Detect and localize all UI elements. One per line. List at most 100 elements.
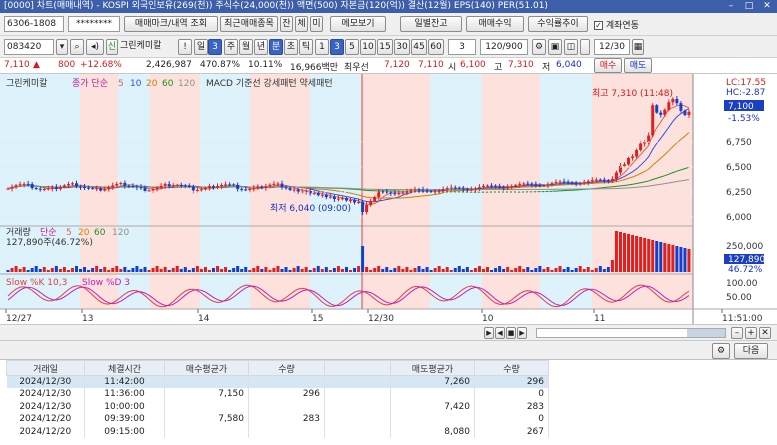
stock-code-input[interactable]: 083420 xyxy=(4,39,54,55)
x-axis-label: 10 xyxy=(482,314,494,324)
balance-button[interactable]: 잔 xyxy=(280,16,293,32)
password-input[interactable]: ******** xyxy=(68,16,120,32)
search-icon[interactable]: ⌕ xyxy=(70,39,84,55)
col-header-buy-avg[interactable]: 매수평균가 xyxy=(164,360,249,376)
close-panel-icon[interactable]: ✕ xyxy=(759,327,771,339)
weekly-button[interactable]: 주 xyxy=(224,39,238,55)
daily-button[interactable]: 일 xyxy=(194,39,208,55)
volume-bar xyxy=(437,266,441,272)
save-icon[interactable]: ▣ xyxy=(548,39,562,55)
daily-balance-button[interactable]: 일별잔고 xyxy=(400,16,462,32)
interval-5-button[interactable]: 5 xyxy=(345,39,359,55)
volume-bar xyxy=(534,268,538,272)
play-icon[interactable]: ▶ xyxy=(484,327,494,339)
next-button[interactable]: 다음 xyxy=(734,343,768,359)
zoom-out-icon[interactable]: – xyxy=(731,327,743,339)
table-row[interactable]: 2024/12/30 11:36:00 7,150 296 0 xyxy=(6,388,549,401)
candle-body xyxy=(542,185,546,187)
interval-45-button[interactable]: 45 xyxy=(411,39,427,55)
tick-button[interactable]: 틱 xyxy=(299,39,313,55)
volume-bar xyxy=(377,266,381,272)
executed-button[interactable]: 체 xyxy=(295,16,308,32)
buy-button[interactable]: 매수 xyxy=(594,58,622,73)
window-title: [0000] 차트(매매내역) - KOSPI 외국인보유(269(천)) 주식… xyxy=(4,1,548,11)
trade-profit-button[interactable]: 매매수익 xyxy=(466,16,524,32)
volume-bar xyxy=(518,266,522,272)
candle-body xyxy=(103,189,107,191)
step-forward-icon[interactable]: ▶ xyxy=(517,327,527,339)
date-input[interactable]: 12/30 xyxy=(594,39,630,55)
chart-area[interactable]: 6,750 6,500 6,250 6,000 12/27 13 14 15 12/30 10 1… xyxy=(0,74,777,324)
chart-scrollbar[interactable] xyxy=(536,328,726,338)
volume-bar xyxy=(216,266,220,272)
volume-bar xyxy=(510,270,514,272)
interval-60-button[interactable]: 60 xyxy=(428,39,444,55)
candle-body xyxy=(397,193,401,195)
ma20-legend: 20 xyxy=(146,79,158,89)
monthly-button[interactable]: 월 xyxy=(239,39,253,55)
minute-button[interactable]: 분 xyxy=(269,39,283,55)
candle-body xyxy=(232,184,236,186)
account-input[interactable]: 6306-1808 xyxy=(4,16,64,32)
profit-trend-button[interactable]: 수익률추이 xyxy=(528,16,588,32)
table-row[interactable]: 2024/12/30 10:00:00 7,420 283 xyxy=(6,400,549,413)
volume-bar xyxy=(506,267,510,272)
scrollbar-thumb[interactable] xyxy=(687,329,725,337)
table-row[interactable]: 2024/12/30 11:42:00 7,260 296 xyxy=(6,375,549,388)
volume-bar xyxy=(643,238,647,272)
interval-3-button[interactable]: 3 xyxy=(330,39,344,55)
table-row[interactable]: 2024/12/20 09:39:00 7,580 283 0 xyxy=(6,413,549,426)
interval-1-button[interactable]: 1 xyxy=(315,39,329,55)
volume-bar xyxy=(586,267,590,272)
price-chart-svg[interactable]: 6,750 6,500 6,250 6,000 12/27 13 14 15 12/30 10 1… xyxy=(0,74,777,324)
candle-body xyxy=(510,186,514,188)
warning-button[interactable]: ! xyxy=(178,39,192,55)
gear-icon[interactable]: ⚙ xyxy=(712,343,730,359)
lock-icon[interactable]: ◫ xyxy=(564,39,578,55)
recent-trades-button[interactable]: 최근매매종목 xyxy=(220,16,278,32)
daily-count-button[interactable]: 3 xyxy=(208,39,222,55)
sell-button[interactable]: 매도 xyxy=(624,58,652,73)
col-header-date[interactable]: 거래일 xyxy=(6,360,85,376)
candle-body xyxy=(494,185,498,187)
stop-icon[interactable]: ■ xyxy=(506,327,516,339)
dropdown-icon[interactable]: ▾ xyxy=(56,39,68,55)
volume-bar xyxy=(220,269,224,272)
price-tick-label: 6,750 xyxy=(726,138,752,148)
lookup-button[interactable]: 매매마크/내역 조회 xyxy=(124,16,218,32)
interval-10-button[interactable]: 10 xyxy=(360,39,376,55)
interval-15-button[interactable]: 15 xyxy=(377,39,393,55)
unfilled-button[interactable]: 미 xyxy=(310,16,323,32)
stock-badge-icon: 신 xyxy=(106,39,118,55)
volume-bar xyxy=(195,266,199,272)
table-cell xyxy=(164,425,249,438)
yearly-button[interactable]: 년 xyxy=(254,39,268,55)
col-header-sell-avg[interactable]: 매도평균가 xyxy=(390,360,475,376)
candle-body xyxy=(58,187,62,189)
zoom-in-icon[interactable]: + xyxy=(745,327,757,339)
calendar-icon[interactable]: ▦ xyxy=(632,39,644,55)
period-select[interactable]: 3 xyxy=(448,39,476,55)
volume-bar xyxy=(228,270,232,272)
count-input[interactable]: 120/900 xyxy=(480,39,528,55)
minimize-icon[interactable]: – xyxy=(723,0,739,13)
volume-bar xyxy=(232,268,236,272)
checkbox-icon[interactable] xyxy=(580,39,590,55)
close-icon[interactable]: ✕ xyxy=(759,0,775,13)
volume-bar xyxy=(304,267,308,272)
step-back-icon[interactable]: ◀ xyxy=(495,327,505,339)
maximize-icon[interactable]: □ xyxy=(741,0,757,13)
col-header-buy-qty[interactable]: 수량 xyxy=(248,360,325,376)
candle-body xyxy=(469,189,473,191)
table-row[interactable]: 2024/12/20 09:15:00 8,080 267 xyxy=(6,425,549,438)
settings-icon[interactable]: ⚙ xyxy=(532,39,546,55)
col-header-time[interactable]: 체결시간 xyxy=(84,360,165,376)
candle-body xyxy=(107,187,111,190)
speaker-icon[interactable]: ◂) xyxy=(86,39,104,55)
memo-button[interactable]: 메모보기 xyxy=(330,16,386,32)
interval-30-button[interactable]: 30 xyxy=(394,39,410,55)
account-link-checkbox[interactable]: ✓ 계좌연동 xyxy=(594,18,639,31)
col-header-sell-qty[interactable]: 수량 xyxy=(474,360,549,376)
volume-bar xyxy=(457,266,461,272)
second-button[interactable]: 초 xyxy=(284,39,298,55)
